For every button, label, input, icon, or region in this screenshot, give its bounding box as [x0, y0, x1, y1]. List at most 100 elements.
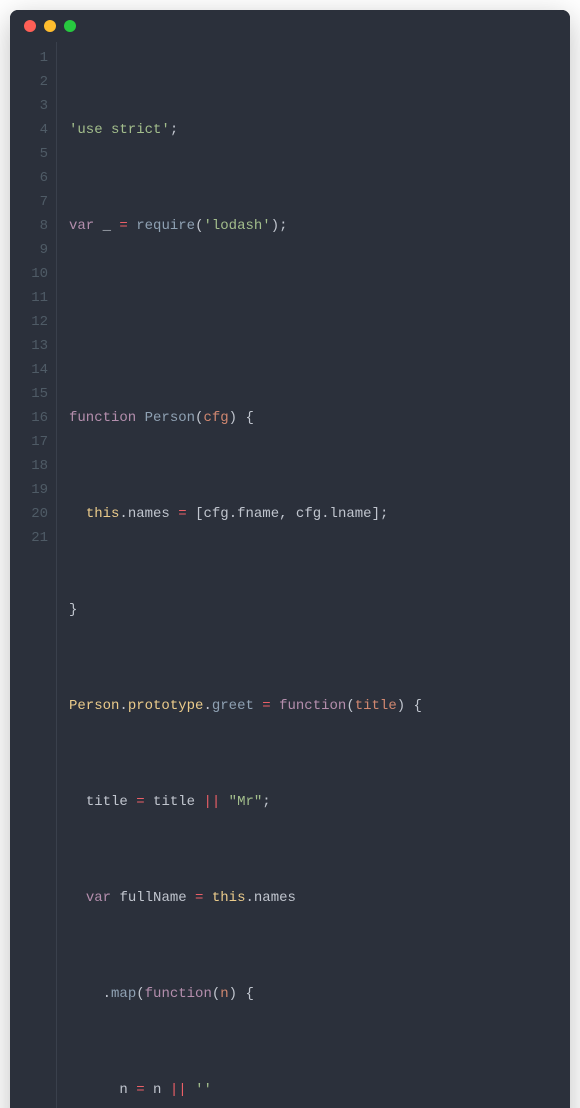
equals: =	[128, 794, 153, 810]
property: names	[128, 506, 170, 522]
paren-close: )	[229, 410, 237, 426]
identifier: cfg	[296, 506, 321, 522]
semicolon: ;	[262, 794, 270, 810]
indent	[69, 506, 86, 522]
dot: .	[103, 986, 111, 1002]
string-literal: 'use strict'	[69, 122, 170, 138]
line-number: 1	[10, 46, 48, 70]
identifier: n	[119, 1082, 127, 1098]
line-number: 3	[10, 94, 48, 118]
keyword: var	[69, 218, 94, 234]
method-name: greet	[212, 698, 254, 714]
line-number: 21	[10, 526, 48, 550]
method-name: map	[111, 986, 136, 1002]
semicolon: ;	[170, 122, 178, 138]
line-number: 5	[10, 142, 48, 166]
identifier: fullName	[119, 890, 186, 906]
line-number: 11	[10, 286, 48, 310]
code-line[interactable]: }	[69, 598, 531, 622]
indent	[69, 986, 103, 1002]
class-name: Person	[69, 698, 119, 714]
comma: ,	[279, 506, 296, 522]
brace-close: }	[69, 602, 77, 618]
code-line[interactable]: var fullName = this.names	[69, 886, 531, 910]
indent	[69, 794, 86, 810]
line-number-gutter: 1 2 3 4 5 6 7 8 9 10 11 12 13 14 15 16 1…	[10, 42, 57, 1108]
line-number: 20	[10, 502, 48, 526]
keyword: var	[86, 890, 111, 906]
close-icon[interactable]	[24, 20, 36, 32]
code-line[interactable]: function Person(cfg) {	[69, 406, 531, 430]
dot: .	[321, 506, 329, 522]
line-number: 19	[10, 478, 48, 502]
line-number: 16	[10, 406, 48, 430]
paren-close: )	[271, 218, 279, 234]
line-number: 10	[10, 262, 48, 286]
space	[111, 890, 119, 906]
string-literal: 'lodash'	[203, 218, 270, 234]
indent	[69, 890, 86, 906]
dot: .	[229, 506, 237, 522]
code-area[interactable]: 'use strict'; var _ = require('lodash');…	[57, 42, 531, 1108]
dot: .	[203, 698, 211, 714]
keyword: function	[279, 698, 346, 714]
line-number: 6	[10, 166, 48, 190]
line-number: 14	[10, 358, 48, 382]
parameter: n	[220, 986, 228, 1002]
prototype: prototype	[128, 698, 204, 714]
space	[136, 410, 144, 426]
brace-open: {	[405, 698, 422, 714]
identifier: title	[153, 794, 195, 810]
property: lname	[330, 506, 372, 522]
dot: .	[245, 890, 253, 906]
equals: =	[111, 218, 136, 234]
code-line[interactable]: this.names = [cfg.fname, cfg.lname];	[69, 502, 531, 526]
line-number: 8	[10, 214, 48, 238]
semicolon: ;	[380, 506, 388, 522]
brace-open: {	[237, 986, 254, 1002]
code-line[interactable]: n = n || ''	[69, 1078, 531, 1102]
line-number: 17	[10, 430, 48, 454]
paren-open: (	[136, 986, 144, 1002]
this-keyword: this	[212, 890, 246, 906]
paren-open: (	[212, 986, 220, 1002]
line-number: 15	[10, 382, 48, 406]
minimize-icon[interactable]	[44, 20, 56, 32]
code-line[interactable]: 'use strict';	[69, 118, 531, 142]
code-line[interactable]: Person.prototype.greet = function(title)…	[69, 694, 531, 718]
parameter: cfg	[203, 410, 228, 426]
code-line[interactable]: title = title || "Mr";	[69, 790, 531, 814]
function-call: require	[136, 218, 195, 234]
paren-open: (	[346, 698, 354, 714]
line-number: 9	[10, 238, 48, 262]
identifier: n	[153, 1082, 161, 1098]
or-operator: ||	[195, 794, 229, 810]
line-number: 18	[10, 454, 48, 478]
maximize-icon[interactable]	[64, 20, 76, 32]
code-line[interactable]: var _ = require('lodash');	[69, 214, 531, 238]
code-line[interactable]: .map(function(n) {	[69, 982, 531, 1006]
indent	[69, 1082, 119, 1098]
equals: =	[170, 506, 195, 522]
equals: =	[128, 1082, 153, 1098]
dot: .	[119, 506, 127, 522]
this-keyword: this	[86, 506, 120, 522]
line-number: 7	[10, 190, 48, 214]
line-number: 13	[10, 334, 48, 358]
line-number: 12	[10, 310, 48, 334]
line-number: 4	[10, 118, 48, 142]
property: fname	[237, 506, 279, 522]
dot: .	[119, 698, 127, 714]
editor-window: 1 2 3 4 5 6 7 8 9 10 11 12 13 14 15 16 1…	[10, 10, 570, 1108]
equals: =	[254, 698, 279, 714]
line-number: 2	[10, 70, 48, 94]
brace-open: {	[237, 410, 254, 426]
paren-close: )	[397, 698, 405, 714]
string-literal: "Mr"	[229, 794, 263, 810]
parameter: title	[355, 698, 397, 714]
bracket-close: ]	[372, 506, 380, 522]
code-line[interactable]	[69, 310, 531, 334]
window-titlebar	[10, 10, 570, 42]
string-literal: ''	[195, 1082, 212, 1098]
code-editor[interactable]: 1 2 3 4 5 6 7 8 9 10 11 12 13 14 15 16 1…	[10, 42, 570, 1108]
